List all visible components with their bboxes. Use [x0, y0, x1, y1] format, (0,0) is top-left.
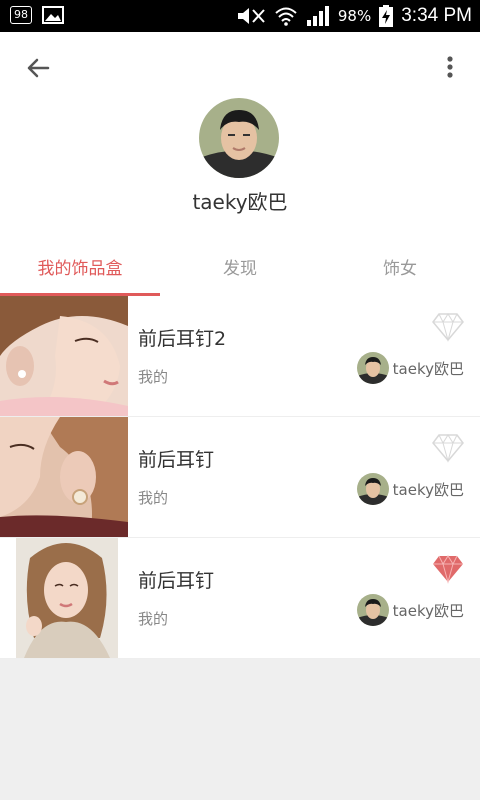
- item-subtitle: 我的: [138, 610, 169, 628]
- tab-bar: 我的饰品盒 发现 饰女: [0, 248, 480, 296]
- item-title: 前后耳钉: [138, 449, 215, 471]
- owner-name: taeky欧巴: [392, 601, 464, 620]
- owner-avatar: [356, 473, 389, 505]
- owner-name: taeky欧巴: [392, 359, 464, 378]
- clock: 3:34 PM: [401, 5, 472, 26]
- owner-name: taeky欧巴: [392, 480, 464, 499]
- like-button[interactable]: [432, 310, 464, 342]
- list-item[interactable]: 前后耳钉2 我的 taeky欧巴: [0, 296, 480, 417]
- like-button[interactable]: [432, 431, 464, 463]
- profile-avatar[interactable]: [199, 98, 279, 178]
- battery-percent: 98%: [337, 7, 372, 25]
- signal-icon: [306, 6, 329, 26]
- like-button[interactable]: [432, 552, 464, 584]
- more-vert-icon: [447, 56, 453, 78]
- item-thumbnail: [0, 417, 128, 537]
- list-item[interactable]: 前后耳钉 我的 taeky欧巴: [0, 417, 480, 538]
- back-button[interactable]: [22, 52, 54, 84]
- jewelry-list: 前后耳钉2 我的 taeky欧巴 前后耳钉 我的 taeky欧巴 前后耳钉 我的…: [0, 296, 480, 659]
- item-title: 前后耳钉: [138, 570, 215, 592]
- status-bar: 98 98% 3:34 PM: [0, 0, 480, 32]
- tab-discover[interactable]: 发现: [160, 248, 320, 296]
- item-subtitle: 我的: [138, 489, 169, 507]
- diamond-icon: [433, 555, 463, 584]
- mute-icon: [237, 8, 265, 24]
- list-item[interactable]: 前后耳钉 我的 taeky欧巴: [0, 538, 480, 659]
- item-subtitle: 我的: [138, 368, 169, 386]
- item-title: 前后耳钉2: [138, 328, 227, 350]
- notification-count-badge: 98: [10, 6, 32, 24]
- image-icon: [42, 6, 64, 24]
- owner-avatar: [356, 352, 389, 384]
- profile-username: taeky欧巴: [192, 190, 288, 214]
- battery-charging-icon: [379, 5, 394, 27]
- diamond-icon: [432, 313, 464, 342]
- item-owner[interactable]: taeky欧巴: [356, 594, 464, 626]
- profile-header: taeky欧巴 我的饰品盒 发现 饰女: [0, 32, 480, 296]
- wifi-icon: [275, 7, 297, 26]
- tab-jewelry-girls[interactable]: 饰女: [320, 248, 480, 296]
- item-owner[interactable]: taeky欧巴: [356, 352, 464, 384]
- arrow-left-icon: [27, 58, 50, 78]
- tab-my-jewelry-box[interactable]: 我的饰品盒: [0, 248, 160, 296]
- item-owner[interactable]: taeky欧巴: [356, 473, 464, 505]
- owner-avatar: [356, 594, 389, 626]
- item-thumbnail: [0, 538, 128, 658]
- diamond-icon: [432, 434, 464, 463]
- item-thumbnail: [0, 296, 128, 416]
- more-menu-button[interactable]: [438, 52, 462, 84]
